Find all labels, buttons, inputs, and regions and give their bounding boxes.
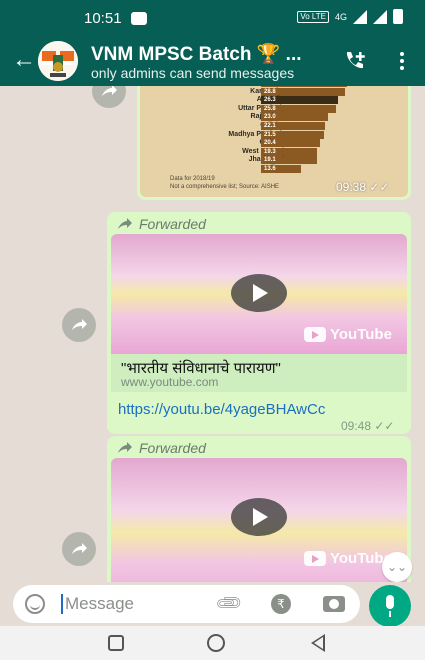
status-bar: 10:51 Vo LTE 4G — [0, 0, 425, 36]
status-time: 10:51 — [84, 10, 122, 27]
chat-subtitle: only admins can send messages — [91, 65, 295, 81]
forward-arrow-icon — [102, 86, 117, 96]
forwarded-text: Forwarded — [139, 216, 206, 232]
youtube-thumbnail[interactable]: YouTube — [111, 458, 407, 590]
forwarded-icon — [118, 442, 132, 453]
youtube-logo-text: YouTube — [330, 326, 392, 343]
image-bar-value: 20.4 — [264, 140, 276, 147]
volte-icon: Vo LTE — [297, 10, 329, 23]
image-bar-row: Bihar13.6 — [140, 165, 408, 174]
network-type: 4G — [334, 11, 347, 22]
chat-header: ← VNM MPSC Batch 🏆 ... only admins can s… — [0, 36, 425, 86]
chart-image[interactable]: Punjab29.5Karnataka28.8All India26.3Utta… — [140, 86, 408, 197]
image-bar-value: 22.1 — [264, 123, 276, 129]
read-ticks-icon: ✓✓ — [369, 180, 390, 194]
nav-back-icon[interactable] — [311, 634, 325, 652]
chat-title[interactable]: VNM MPSC Batch 🏆 ... — [91, 42, 302, 66]
more-options-icon[interactable] — [400, 52, 404, 73]
play-icon[interactable] — [231, 274, 287, 312]
mic-button[interactable] — [369, 585, 411, 627]
forward-button[interactable] — [92, 86, 126, 108]
back-arrow-icon[interactable]: ← — [12, 48, 36, 72]
forwarded-text: Forwarded — [139, 440, 206, 456]
forward-button[interactable] — [62, 308, 96, 342]
chevron-down-icon: ⌄⌄ — [386, 560, 408, 574]
image-bar-value: 26.3 — [264, 97, 276, 104]
youtube-icon — [304, 327, 326, 342]
youtube-thumbnail[interactable]: YouTube — [111, 234, 407, 354]
message-time: 09:48 ✓✓ — [341, 419, 394, 433]
image-bar-value: 25.8 — [264, 105, 276, 112]
image-bar-value: 19.3 — [264, 148, 276, 155]
forwarded-label: Forwarded — [117, 216, 206, 232]
emblem-icon — [38, 41, 78, 81]
battery-icon — [393, 9, 403, 24]
forward-arrow-icon — [72, 543, 87, 554]
youtube-icon — [304, 551, 326, 566]
forward-button[interactable] — [62, 532, 96, 566]
signal-icon — [353, 9, 367, 24]
message-time: 09:38 ✓✓ — [336, 180, 389, 194]
image-bar-value: 28.8 — [264, 88, 276, 95]
read-ticks-icon: ✓✓ — [374, 419, 395, 433]
play-icon[interactable] — [231, 498, 287, 536]
forward-arrow-icon — [72, 319, 87, 330]
message-link[interactable]: https://youtu.be/4yageBHAwCc — [118, 401, 325, 418]
message-bubble[interactable]: Punjab29.5Karnataka28.8All India26.3Utta… — [137, 86, 411, 200]
message-bubble[interactable]: Forwarded YouTube — [107, 436, 411, 590]
forwarded-icon — [118, 218, 132, 229]
attach-icon[interactable]: 📎︎ — [214, 588, 245, 619]
input-bar: Message 📎︎ ₹ — [0, 582, 425, 626]
scroll-down-button[interactable]: ⌄⌄ — [382, 552, 412, 582]
link-preview[interactable]: "भारतीय संविधानाचे पारायण" www.youtube.c… — [111, 354, 407, 392]
image-bar-value: 13.6 — [264, 166, 276, 172]
message-bubble[interactable]: Forwarded YouTube "भारतीय संविधानाचे पार… — [107, 212, 411, 434]
payment-icon[interactable]: ₹ — [271, 594, 291, 614]
time-text: 09:38 — [336, 180, 367, 194]
chat-area[interactable]: Punjab29.5Karnataka28.8All India26.3Utta… — [0, 86, 425, 590]
message-input-container[interactable]: Message 📎︎ ₹ — [13, 585, 360, 623]
forwarded-label: Forwarded — [117, 440, 206, 456]
recent-apps-icon[interactable] — [108, 635, 124, 651]
signal-icon-2 — [373, 9, 387, 24]
add-call-icon[interactable] — [343, 49, 367, 71]
image-bar-value: 21.5 — [264, 131, 276, 138]
system-nav-bar — [0, 626, 425, 660]
youtube-logo: YouTube — [304, 550, 392, 567]
preview-domain: www.youtube.com — [121, 375, 219, 389]
emoji-icon[interactable] — [25, 594, 45, 614]
image-source: Not a comprehensive list; Source: AISHE — [170, 184, 280, 190]
time-text: 09:48 — [341, 419, 372, 433]
message-notification-icon — [131, 12, 147, 25]
youtube-logo: YouTube — [304, 326, 392, 343]
image-bar-value: 23.0 — [264, 114, 276, 121]
image-footnote: Data for 2018/19 — [170, 176, 215, 182]
home-icon[interactable] — [207, 634, 225, 652]
camera-icon[interactable] — [323, 596, 345, 612]
group-avatar[interactable] — [38, 41, 78, 81]
message-input[interactable]: Message — [61, 594, 134, 614]
status-icons: Vo LTE 4G — [297, 9, 403, 24]
image-bar-value: 19.1 — [264, 157, 276, 164]
